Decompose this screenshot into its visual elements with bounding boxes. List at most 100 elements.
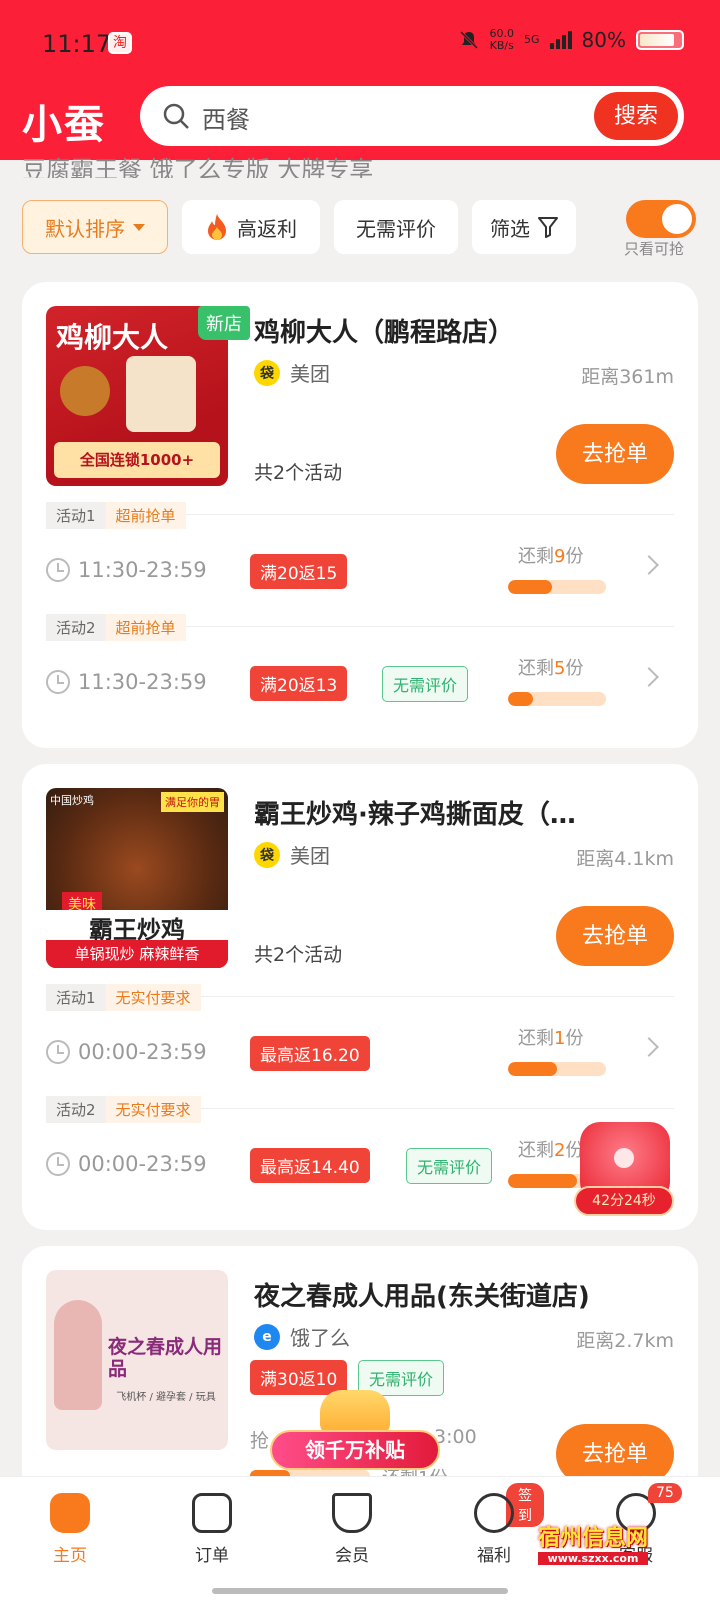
grab-order-button[interactable]: 去抢单 (556, 906, 674, 966)
rebate-tag: 最高返16.20 (250, 1036, 370, 1071)
activity-index: 活动2 (46, 614, 106, 641)
only-available-label: 只看可抢 (624, 240, 685, 258)
activity-time: 00:00-23:59 (78, 1040, 207, 1064)
distance: 距离4.1km (576, 848, 674, 870)
activity-type: 超前抢单 (105, 614, 186, 641)
filter-bar: 默认排序 高返利 无需评价 筛选 只看可抢 (0, 200, 720, 260)
order-icon (192, 1493, 232, 1533)
platform: 袋 美团 (254, 358, 330, 387)
bucket-icon (126, 356, 196, 432)
shop-name[interactable]: 夜之春成人用品(东关街道店) (254, 1276, 674, 1313)
red-packet-widget[interactable]: 42分24秒 (574, 1122, 674, 1222)
activity-count: 共2个活动 (254, 462, 343, 484)
scrolled-tabs[interactable]: 豆腐霸王餐 饿了么专版 大牌专享 (22, 150, 720, 178)
activity-label: 活动2 无实付要求 (46, 1096, 201, 1123)
activity-time: 00:00-23:59 (78, 1152, 207, 1176)
activity-row[interactable]: 活动1 无实付要求 00:00-23:59 最高返16.20 还剩1份 (46, 984, 674, 1094)
battery-icon (636, 30, 684, 50)
platform: e 饿了么 (254, 1322, 350, 1351)
search-button[interactable]: 搜索 (594, 92, 678, 140)
platform-label: 饿了么 (290, 1326, 350, 1350)
shop-image-subtitle: 全国连锁1000+ (54, 442, 220, 478)
battery-text: 80% (581, 28, 626, 52)
activity-row[interactable]: 活动2 超前抢单 11:30-23:59 满20返13 无需评价 还剩5份 (46, 614, 674, 724)
subsidy-banner[interactable]: 领千万补贴 (270, 1390, 440, 1470)
watermark-title: 宿州信息网 (538, 1526, 649, 1551)
nav-member[interactable]: 会员 (302, 1493, 402, 1566)
distance: 距离361m (581, 366, 674, 388)
remaining-progress (508, 692, 606, 706)
status-time: 11:17 (42, 30, 112, 58)
remaining-count: 还剩5份 (518, 654, 583, 680)
chevron-down-icon (133, 223, 145, 231)
remain-prefix: 还剩 (518, 658, 554, 679)
only-available-toggle[interactable] (626, 200, 696, 238)
shop-name[interactable]: 霸王炒鸡·辣子鸡撕面皮（… (254, 794, 674, 831)
search-bar[interactable]: 西餐 搜索 (140, 86, 684, 146)
gift-icon (320, 1390, 390, 1434)
search-icon (163, 103, 189, 129)
rebate-tag: 满20返15 (250, 554, 348, 589)
high-rebate-button[interactable]: 高返利 (182, 200, 320, 254)
nav-orders[interactable]: 订单 (162, 1493, 262, 1566)
net-speed: 60.0 KB/s (490, 28, 515, 52)
message-count-badge: 75 (648, 1483, 682, 1503)
activity-label: 活动1 无实付要求 (46, 984, 201, 1011)
remaining-progress (508, 1062, 606, 1076)
no-review-tag: 无需评价 (406, 1148, 493, 1184)
default-sort-button[interactable]: 默认排序 (22, 200, 168, 254)
net-speed-unit: KB/s (489, 39, 514, 52)
meituan-icon: 袋 (254, 841, 280, 868)
activity-type: 无实付要求 (105, 1096, 201, 1123)
shop-name[interactable]: 鸡柳大人（鹏程路店） (254, 312, 674, 349)
distance: 距离2.7km (576, 1330, 674, 1352)
toggle-knob (662, 204, 692, 234)
activity-time: 11:30-23:59 (78, 670, 207, 694)
remain-number: 2 (554, 1140, 566, 1161)
no-review-tag: 无需评价 (382, 666, 469, 702)
remaining-progress-fill (508, 580, 553, 594)
network-type: 5G (524, 33, 540, 46)
nav-welfare[interactable]: 签到 福利 (444, 1483, 544, 1566)
remaining-progress (508, 580, 606, 594)
nav-home[interactable]: 主页 (20, 1493, 120, 1566)
chevron-right-icon[interactable] (639, 1037, 659, 1057)
signal-icon (549, 31, 572, 49)
no-review-button[interactable]: 无需评价 (334, 200, 458, 254)
activity-index: 活动1 (46, 984, 106, 1011)
filter-button[interactable]: 筛选 (472, 200, 576, 254)
home-icon (50, 1493, 90, 1533)
model-figure (54, 1300, 102, 1410)
remain-number: 5 (554, 658, 566, 679)
shop-image: 中国炒鸡 满足你的胃 美味 霸王炒鸡 单锅现炒 麻辣鲜香 (46, 788, 228, 968)
remaining-count: 还剩1份 (518, 1024, 583, 1050)
home-indicator[interactable] (212, 1588, 508, 1594)
watermark-url: www.szxx.com (538, 1552, 649, 1565)
filter-label: 筛选 (490, 216, 530, 241)
site-watermark: 宿州信息网 www.szxx.com (538, 1520, 649, 1565)
status-bar: 11:17 淘 60.0 KB/s 5G 80% (0, 0, 720, 86)
rebate-tag: 最高返14.40 (250, 1148, 370, 1183)
activity-time-partial: 抢 (250, 1430, 270, 1452)
remain-number: 1 (554, 1028, 566, 1049)
chevron-right-icon[interactable] (639, 555, 659, 575)
activity-index: 活动2 (46, 1096, 106, 1123)
grab-order-button[interactable]: 去抢单 (556, 424, 674, 484)
grab-order-button[interactable]: 去抢单 (556, 1424, 674, 1484)
platform: 袋 美团 (254, 840, 330, 869)
default-sort-label: 默认排序 (45, 216, 125, 241)
shop-image-corner: 中国炒鸡 (50, 794, 94, 807)
countdown: 42分24秒 (574, 1186, 674, 1216)
search-input[interactable]: 西餐 (202, 100, 250, 135)
meituan-icon: 袋 (254, 359, 280, 386)
nav-member-label: 会员 (335, 1546, 369, 1566)
remain-number: 9 (554, 546, 566, 567)
activity-label: 活动1 超前抢单 (46, 502, 186, 529)
activity-row[interactable]: 活动1 超前抢单 11:30-23:59 满20返15 还剩9份 (46, 502, 674, 612)
taobao-icon: 淘 (108, 32, 132, 54)
fire-icon (208, 214, 226, 240)
chevron-right-icon[interactable] (639, 667, 659, 687)
shop-card[interactable]: 鸡柳大人 全国连锁1000+ 新店 鸡柳大人（鹏程路店） 袋 美团 距离361m… (22, 282, 698, 748)
remain-suffix: 份 (565, 546, 584, 567)
remain-prefix: 还剩 (518, 546, 554, 567)
